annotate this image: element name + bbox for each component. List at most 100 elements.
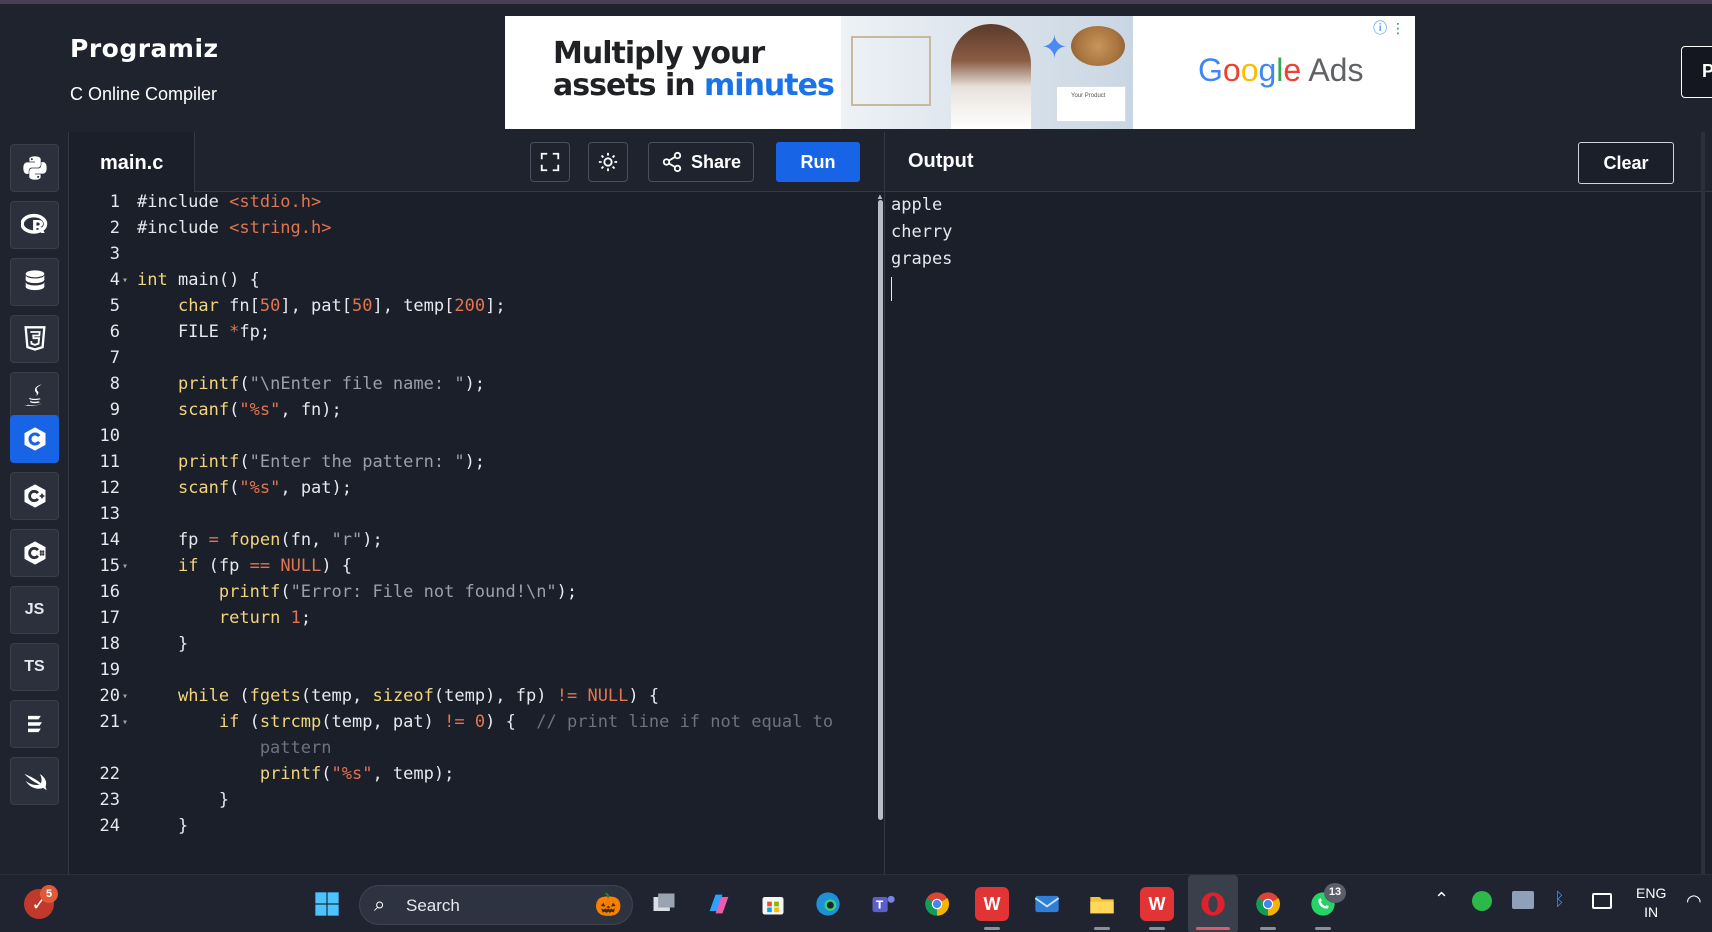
fold-arrow-icon[interactable]: ▾ <box>122 717 128 728</box>
run-button[interactable]: Run <box>776 142 860 182</box>
code-token: ); <box>556 582 578 602</box>
line-number: 14 <box>99 530 120 550</box>
go-language-button[interactable] <box>10 700 59 748</box>
line-number: 20 <box>99 686 120 706</box>
code-line: 3 <box>70 244 876 271</box>
c-icon <box>24 427 45 451</box>
opera-icon[interactable] <box>1196 887 1230 921</box>
start-windows-icon[interactable] <box>310 887 344 921</box>
taskbar-search-box[interactable]: ⌕ Search 🎃 <box>359 885 633 925</box>
csharp-icon <box>24 541 45 565</box>
html-language-button[interactable] <box>10 315 59 363</box>
lang-code: ENG <box>1636 885 1667 901</box>
ad-shelf-graphic <box>851 36 931 106</box>
code-line: 14 fp = fopen(fn, "r"); <box>70 530 876 557</box>
svg-text:T: T <box>876 900 884 912</box>
chrome-icon[interactable] <box>920 887 954 921</box>
csharp-language-button[interactable] <box>10 529 59 577</box>
output-line: apple <box>891 195 943 215</box>
file-tab-main-c[interactable]: main.c <box>70 132 195 192</box>
code-token: (fp <box>198 556 250 576</box>
code-token: "%s" <box>239 400 281 420</box>
code-line: 6 FILE *fp; <box>70 322 876 349</box>
java-language-button[interactable] <box>10 372 59 420</box>
c-language-button[interactable] <box>10 415 59 463</box>
wifi-icon[interactable]: ◠ <box>1686 891 1702 912</box>
line-number: 8 <box>109 374 120 394</box>
code-token: 200 <box>454 296 486 316</box>
active-indicator <box>1196 927 1230 930</box>
r-language-button[interactable]: R <box>10 201 59 249</box>
cpp-language-button[interactable] <box>10 472 59 520</box>
theme-toggle-button[interactable] <box>588 142 628 182</box>
chrome-profile-icon[interactable] <box>1251 887 1285 921</box>
fold-arrow-icon[interactable]: ▾ <box>122 275 128 286</box>
search-placeholder: Search <box>406 896 460 915</box>
chevron-up-icon[interactable]: ⌃ <box>1434 889 1449 910</box>
wps-writer-icon[interactable]: W <box>1140 887 1174 921</box>
header-cut-button[interactable]: P <box>1681 46 1712 98</box>
code-token: ) { <box>485 712 537 732</box>
sparkle-icon: ✦ <box>1041 29 1068 65</box>
r-icon: R <box>20 213 47 238</box>
python-language-button[interactable] <box>10 144 59 192</box>
output-console[interactable]: apple cherry grapes <box>891 192 952 273</box>
file-explorer-icon[interactable] <box>1085 887 1119 921</box>
edge-browser-icon[interactable] <box>811 887 845 921</box>
code-text: } <box>137 816 189 836</box>
code-line: 22 printf("%s", temp); <box>70 764 876 791</box>
wps-office-icon[interactable]: W <box>975 887 1009 921</box>
output-line: cherry <box>891 222 953 242</box>
share-button[interactable]: Share <box>648 142 754 182</box>
code-text: if (fp == NULL) { <box>137 556 352 576</box>
fold-arrow-icon[interactable]: ▾ <box>122 561 128 572</box>
fold-arrow-icon[interactable]: ▾ <box>122 691 128 702</box>
code-line: 11 printf("Enter the pattern: "); <box>70 452 876 479</box>
ad-info-icon[interactable]: ⓘ ⋮ <box>1373 18 1405 38</box>
advertisement-banner[interactable]: Multiply your assets in minutes ✦ Your P… <box>505 16 1415 129</box>
keyboard-icon[interactable] <box>1592 893 1612 909</box>
output-scrollbar[interactable] <box>1701 132 1705 874</box>
task-view-icon[interactable] <box>647 887 681 921</box>
editor-scrollbar[interactable]: ▲ <box>876 192 884 874</box>
sql-language-button[interactable] <box>10 258 59 306</box>
code-comment: // print line if not equal to <box>536 712 834 732</box>
chrome-glyph <box>1256 892 1281 916</box>
code-token: fn[ <box>218 296 260 316</box>
code-token: ); <box>362 530 383 550</box>
teams-icon[interactable]: T <box>866 887 900 921</box>
code-text: printf("%s", temp); <box>137 764 455 784</box>
scrollbar-thumb[interactable] <box>878 200 883 820</box>
microsoft-store-icon[interactable] <box>756 887 790 921</box>
code-token: while <box>177 686 230 706</box>
swift-language-button[interactable] <box>10 757 59 805</box>
code-area[interactable]: 1 #include <stdio.h> 2 #include <string.h>… <box>70 192 876 874</box>
bluetooth-icon[interactable]: ᛒ <box>1554 889 1565 910</box>
html5-icon <box>23 326 46 351</box>
fullscreen-button[interactable] <box>530 142 570 182</box>
code-token: 50 <box>352 296 373 316</box>
copilot-icon[interactable] <box>702 887 736 921</box>
code-text: printf("Enter the pattern: "); <box>137 452 485 472</box>
windows-taskbar: ✓ 5 ⌕ Search 🎃 T W W 13 ⌃ ᛒ ENG IN ◠ <box>0 874 1712 932</box>
language-indicator[interactable]: ENG IN <box>1636 884 1666 922</box>
clear-button[interactable]: Clear <box>1578 142 1674 184</box>
code-token: 0 <box>474 712 486 732</box>
code-token: ); <box>464 374 486 394</box>
mail-icon[interactable] <box>1030 887 1064 921</box>
code-text: printf("\nEnter file name: "); <box>137 374 485 394</box>
code-token: ( <box>280 582 291 602</box>
typescript-language-button[interactable]: TS <box>10 643 59 691</box>
programiz-logo[interactable]: Programiz <box>70 34 219 63</box>
code-token: scanf <box>177 400 230 420</box>
editor-toolbar: main.c Share Run <box>70 132 884 192</box>
display-icon[interactable] <box>1512 891 1534 909</box>
javascript-language-button[interactable]: JS <box>10 586 59 634</box>
code-token: fgets <box>249 686 301 706</box>
tray-app-icon[interactable] <box>1472 891 1492 911</box>
